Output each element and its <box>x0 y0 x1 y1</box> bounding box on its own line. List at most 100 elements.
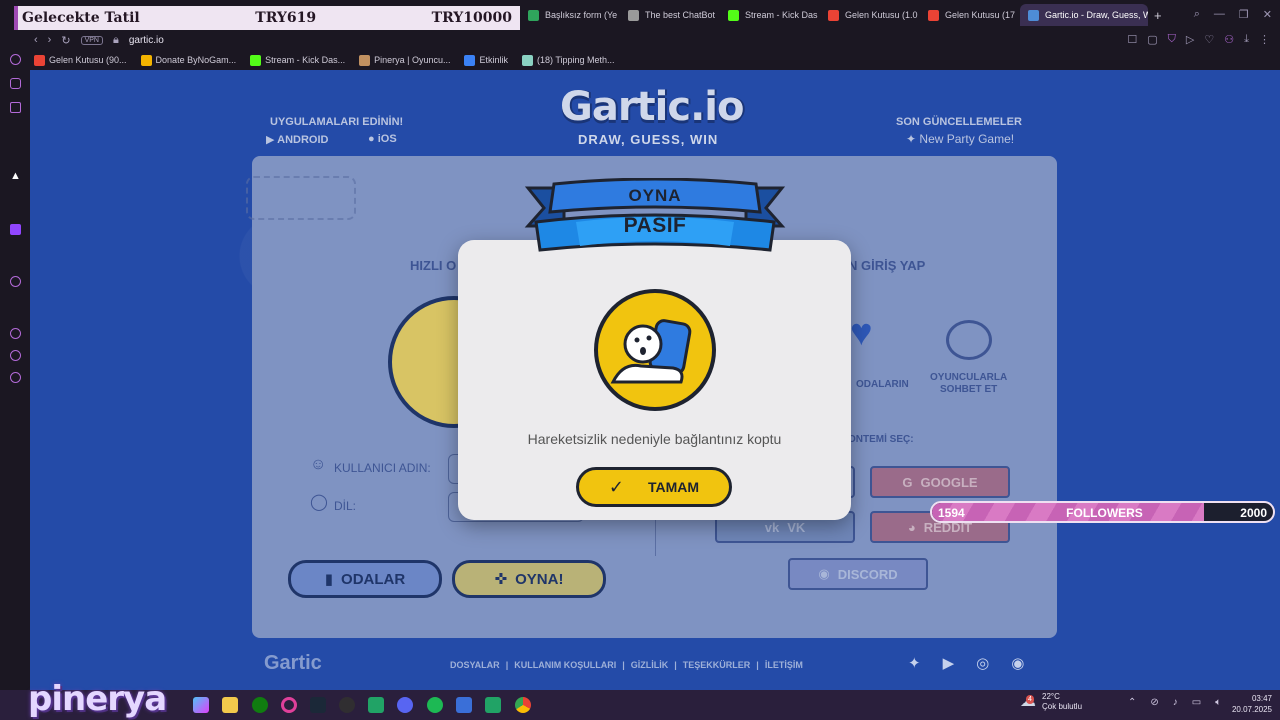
volume-icon[interactable]: 🔈︎ <box>1215 697 1221 708</box>
username-label: KULLANICI ADIN: <box>334 461 431 475</box>
twitter-icon[interactable]: ✦ <box>908 654 921 672</box>
mail-icon[interactable] <box>10 102 21 113</box>
footer-link-files[interactable]: DOSYALAR <box>450 660 500 670</box>
instagram-icon[interactable] <box>10 78 21 89</box>
app-icon[interactable] <box>456 697 472 713</box>
history-icon[interactable] <box>10 328 21 339</box>
file-explorer-icon[interactable] <box>222 697 238 713</box>
footer-separator: | <box>756 660 759 670</box>
url-field[interactable]: gartic.io <box>129 35 164 46</box>
browser-tab[interactable]: Gelen Kutusu (17 <box>920 4 1020 26</box>
play-icon[interactable]: ▷ <box>1186 33 1194 46</box>
browser-tab[interactable]: Stream - Kick Das <box>720 4 820 26</box>
settings-icon[interactable] <box>10 372 21 383</box>
search-icon[interactable]: ⌕ <box>1194 8 1200 21</box>
chat-feature-icon <box>946 320 992 360</box>
copilot-icon[interactable] <box>193 697 209 713</box>
footer-link-privacy[interactable]: GİZLİLİK <box>631 660 669 670</box>
footer-link-thanks[interactable]: TEŞEKKÜRLER <box>683 660 751 670</box>
footer-separator: | <box>674 660 677 670</box>
android-link[interactable]: ▶ ANDROID <box>266 133 328 146</box>
aria-icon[interactable]: ▲ <box>10 170 21 182</box>
youtube-icon[interactable]: ▶ <box>943 654 955 672</box>
heart-feature-icon: ♥ <box>850 312 873 354</box>
display-icon[interactable]: ▭ <box>1192 697 1201 708</box>
minimize-icon[interactable]: — <box>1214 8 1225 21</box>
weather-text: 22°C Çok bulutlu <box>1042 692 1082 712</box>
apple-icon: ● <box>368 133 375 145</box>
event-badge <box>246 176 356 220</box>
app-icon[interactable] <box>485 697 501 713</box>
shield-icon[interactable]: ⛉ <box>1168 33 1176 46</box>
footer-links: DOSYALAR | KULLANIM KOŞULLARI | GİZLİLİK… <box>450 660 803 670</box>
update-link[interactable]: ✦ New Party Game! <box>906 132 1014 146</box>
browser-tab-active[interactable]: Gartic.io - Draw, Guess, W <box>1020 4 1148 26</box>
user-icon: ☺ <box>310 456 327 473</box>
messenger-icon[interactable] <box>10 54 21 65</box>
weather-widget[interactable]: ☁4 22°C Çok bulutlu <box>1020 692 1082 712</box>
browser-tab[interactable]: Gelen Kutusu (1.0 <box>820 4 920 26</box>
google-button[interactable]: G GOOGLE <box>870 466 1010 498</box>
profile-icon[interactable]: ⚇ <box>1224 33 1234 46</box>
chrome-icon[interactable] <box>515 697 531 713</box>
bookmark-item[interactable]: Gelen Kutusu (90... <box>34 54 127 66</box>
play-store-icon: ▶ <box>266 134 275 146</box>
opera-gx-icon[interactable] <box>281 697 297 713</box>
discord-button[interactable]: ◉ DISCORD <box>788 558 928 590</box>
browser-tab[interactable]: The best ChatBot <box>620 4 720 26</box>
app-icon[interactable] <box>368 697 384 713</box>
heart-icon[interactable]: ♡ <box>1204 33 1214 46</box>
chevron-up-icon[interactable]: ⌃ <box>1128 697 1136 708</box>
bookmark-item[interactable]: Stream - Kick Das... <box>250 54 345 66</box>
instagram-icon[interactable]: ◎ <box>976 654 989 672</box>
back-icon[interactable]: ‹ <box>34 34 38 46</box>
rooms-feature-label: ODALARIN <box>856 379 909 390</box>
footer-link-terms[interactable]: KULLANIM KOŞULLARI <box>514 660 616 670</box>
bookmark-item[interactable]: Pinerya | Oyuncu... <box>359 54 450 66</box>
taskbar-clock[interactable]: 03:47 20.07.2025 <box>1228 693 1272 715</box>
microphone-icon[interactable]: ♪ <box>1173 697 1178 708</box>
footer-link-contact[interactable]: İLETİŞİM <box>765 660 803 670</box>
bookmark-item[interactable]: Etkinlik <box>464 54 508 66</box>
network-off-icon[interactable]: ⊘ <box>1150 697 1158 708</box>
vpn-badge[interactable]: VPN <box>80 35 103 45</box>
system-tray: ⌃ ⊘ ♪ ▭ 🔈︎ <box>1128 697 1221 708</box>
menu-icon[interactable]: ⋮ <box>1259 33 1270 46</box>
extensions-icon[interactable] <box>10 350 21 361</box>
play-button[interactable]: ✜ OYNA! <box>452 560 606 598</box>
twitch-icon[interactable] <box>10 224 21 235</box>
xbox-icon[interactable] <box>252 697 268 713</box>
bookmark-label: Donate ByNoGam... <box>155 55 237 65</box>
footer-logo[interactable]: Gartic <box>264 652 322 675</box>
new-tab-icon[interactable]: + <box>1154 8 1162 23</box>
player-icon[interactable] <box>10 276 21 287</box>
discord-icon[interactable]: ◉ <box>1011 654 1024 672</box>
ios-link[interactable]: ● iOS <box>368 133 397 145</box>
gartic-logo[interactable]: Gartic.io <box>560 84 744 130</box>
browser-tab[interactable]: Başlıksız form (Ye <box>520 4 620 26</box>
spotify-icon[interactable] <box>427 697 443 713</box>
ok-button-label: TAMAM <box>648 479 700 495</box>
reload-icon[interactable]: ↻ <box>61 34 70 47</box>
bookmark-item[interactable]: Donate ByNoGam... <box>140 54 237 66</box>
obs-icon[interactable] <box>339 697 355 713</box>
download-icon[interactable]: ⤓ <box>1244 33 1249 46</box>
ok-button[interactable]: ✓ TAMAM <box>576 467 732 507</box>
google-button-label: GOOGLE <box>920 474 978 490</box>
address-bar: ‹ › ↻ VPN 🔒︎ gartic.io ☐ ▢ ⛉ ▷ ♡ ⚇ ⤓ ⋮ <box>30 30 1280 50</box>
close-icon[interactable]: ✕ <box>1263 8 1272 21</box>
ios-label: iOS <box>377 133 397 145</box>
language-label: DİL: <box>334 499 357 513</box>
vk-icon: vk <box>764 519 780 535</box>
reddit-icon: ◕ <box>907 519 916 535</box>
rooms-button[interactable]: ▮ ODALAR <box>288 560 442 598</box>
steam-icon[interactable] <box>310 697 326 713</box>
bookmark-icon[interactable]: ☐ <box>1127 33 1137 46</box>
bookmark-item[interactable]: (18) Tipping Meth... <box>522 54 615 66</box>
pinerya-icon <box>359 54 371 66</box>
google-icon: G <box>902 474 913 490</box>
maximize-icon[interactable]: ❐ <box>1239 8 1249 21</box>
discord-icon[interactable] <box>397 697 413 713</box>
forward-icon[interactable]: › <box>48 34 52 46</box>
snapshot-icon[interactable]: ▢ <box>1147 33 1157 46</box>
